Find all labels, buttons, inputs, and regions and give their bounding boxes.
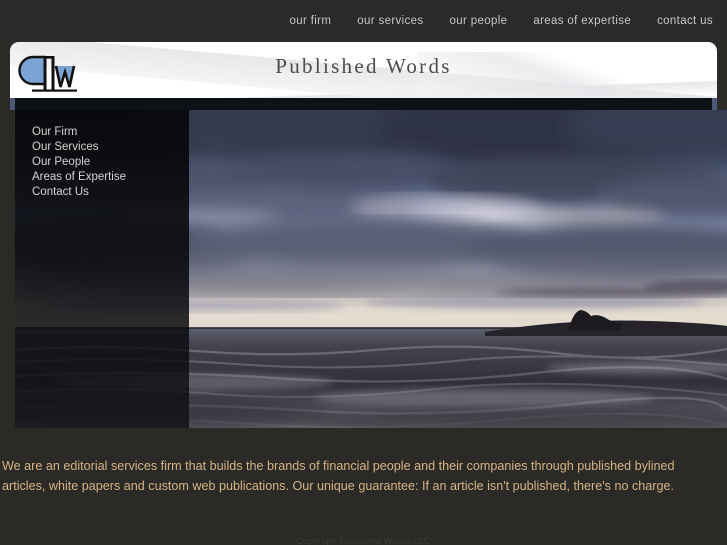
header-divider-bar bbox=[10, 98, 717, 110]
sidebar-item-areas-of-expertise[interactable]: Areas of Expertise bbox=[15, 170, 189, 185]
header-divider-inner bbox=[15, 98, 712, 110]
main-content-area: We are an editorial services firm that b… bbox=[0, 428, 727, 545]
sidebar-item-label-areas-of-expertise[interactable]: Areas of Expertise bbox=[15, 170, 189, 185]
topnav-item-contact-us[interactable]: contact us bbox=[657, 15, 713, 27]
topnav-item-areas-of-expertise[interactable]: areas of expertise bbox=[533, 15, 631, 27]
sidebar-item-contact-us[interactable]: Contact Us bbox=[15, 185, 189, 200]
sidebar-item-our-services[interactable]: Our Services bbox=[15, 140, 189, 155]
page-title: Published Words bbox=[275, 54, 452, 78]
footer-copyright: Copyright Published Words LLC bbox=[295, 536, 431, 545]
page-root: our firm our services our people areas o… bbox=[0, 0, 727, 545]
sidebar-item-label-our-services[interactable]: Our Services bbox=[15, 140, 189, 155]
sidebar-menu-panel: Our Firm Our Services Our People Areas o… bbox=[15, 110, 189, 428]
sidebar-item-our-people[interactable]: Our People bbox=[15, 155, 189, 170]
sidebar-menu-list: Our Firm Our Services Our People Areas o… bbox=[15, 125, 189, 200]
topnav-item-our-services[interactable]: our services bbox=[357, 15, 423, 27]
topnav-item-our-people[interactable]: our people bbox=[450, 15, 508, 27]
top-nav-links: our firm our services our people areas o… bbox=[290, 0, 713, 42]
sidebar-item-label-our-firm[interactable]: Our Firm bbox=[15, 125, 189, 140]
sidebar-item-label-our-people[interactable]: Our People bbox=[15, 155, 189, 170]
site-header: Published Words bbox=[10, 42, 717, 98]
sidebar-item-our-firm[interactable]: Our Firm bbox=[15, 125, 189, 140]
intro-paragraph: We are an editorial services firm that b… bbox=[2, 459, 675, 493]
top-navigation-bar: our firm our services our people areas o… bbox=[0, 0, 727, 42]
topnav-item-our-firm[interactable]: our firm bbox=[290, 15, 332, 27]
sidebar-item-label-contact-us[interactable]: Contact Us bbox=[15, 185, 189, 200]
